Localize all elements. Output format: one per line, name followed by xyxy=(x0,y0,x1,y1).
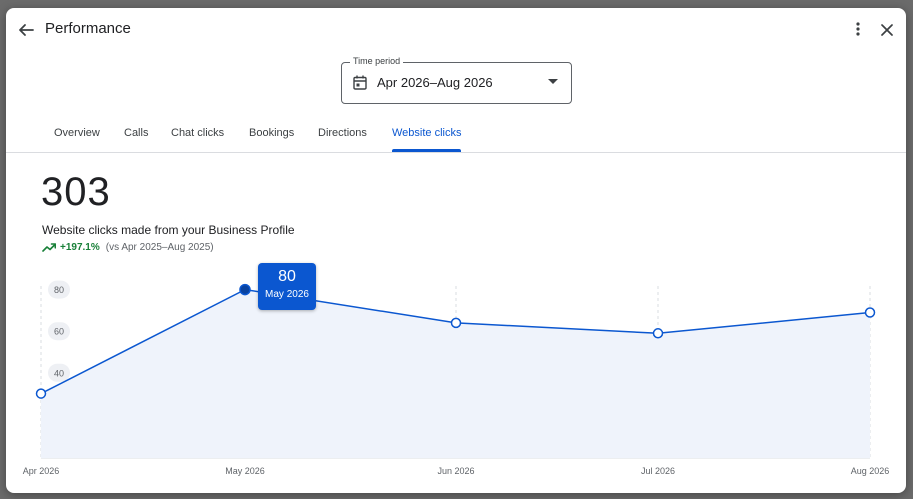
time-period-select[interactable]: Time period Apr 2026–Aug 2026 xyxy=(341,56,572,104)
metric-description: Website clicks made from your Business P… xyxy=(42,223,295,237)
data-point xyxy=(450,317,462,329)
website-clicks-chart: 80604020Apr 2026May 2026Jun 2026Jul 2026… xyxy=(23,280,890,476)
x-tick-label: Aug 2026 xyxy=(851,466,890,476)
calendar-icon xyxy=(353,75,367,90)
dialog-title: Performance xyxy=(45,20,131,37)
tooltip-date: May 2026 xyxy=(265,289,309,300)
tooltip-value: 80 xyxy=(278,268,296,285)
dropdown-arrow-icon xyxy=(548,79,558,84)
series-area xyxy=(41,289,870,458)
highlighted-data-point xyxy=(239,283,251,296)
chart-tooltip: 80 May 2026 xyxy=(258,263,316,310)
y-tick-label: 40 xyxy=(54,368,64,378)
metric-tabs: Overview Calls Chat clicks Bookings Dire… xyxy=(6,120,906,153)
tab-directions[interactable]: Directions xyxy=(318,127,367,139)
y-tick-label: 60 xyxy=(54,327,64,337)
data-point xyxy=(652,328,664,339)
tab-chat-clicks[interactable]: Chat clicks xyxy=(171,127,224,139)
close-button[interactable] xyxy=(876,19,898,41)
active-tab-indicator xyxy=(392,149,461,152)
y-tick-label: 80 xyxy=(54,285,64,295)
x-tick-label: Jun 2026 xyxy=(437,466,474,476)
data-point xyxy=(35,388,47,399)
time-period-label: Time period xyxy=(350,56,404,66)
trend-percentage: +197.1% xyxy=(60,242,100,253)
tab-calls[interactable]: Calls xyxy=(124,127,148,139)
x-tick-label: Jul 2026 xyxy=(641,466,675,476)
data-point xyxy=(864,307,876,318)
trend-row: +197.1% (vs Apr 2025–Aug 2025) xyxy=(42,242,214,253)
more-options-button[interactable] xyxy=(848,19,868,39)
trend-comparison: (vs Apr 2025–Aug 2025) xyxy=(105,242,214,253)
metric-total: 303 xyxy=(41,170,111,214)
back-button[interactable] xyxy=(14,18,38,42)
time-period-value: Apr 2026–Aug 2026 xyxy=(377,75,493,90)
more-vert-icon xyxy=(856,22,860,36)
trending-up-icon xyxy=(42,243,56,252)
dialog-header: Performance xyxy=(6,8,906,52)
performance-dialog: Performance Time period Apr 2026–Aug 202… xyxy=(6,8,906,493)
tab-bookings[interactable]: Bookings xyxy=(249,127,294,139)
arrow-back-icon xyxy=(19,24,34,36)
close-icon xyxy=(881,24,893,36)
x-tick-label: May 2026 xyxy=(225,466,265,476)
tab-website-clicks[interactable]: Website clicks xyxy=(392,127,461,139)
x-tick-label: Apr 2026 xyxy=(23,466,60,476)
tab-overview[interactable]: Overview xyxy=(54,127,100,139)
